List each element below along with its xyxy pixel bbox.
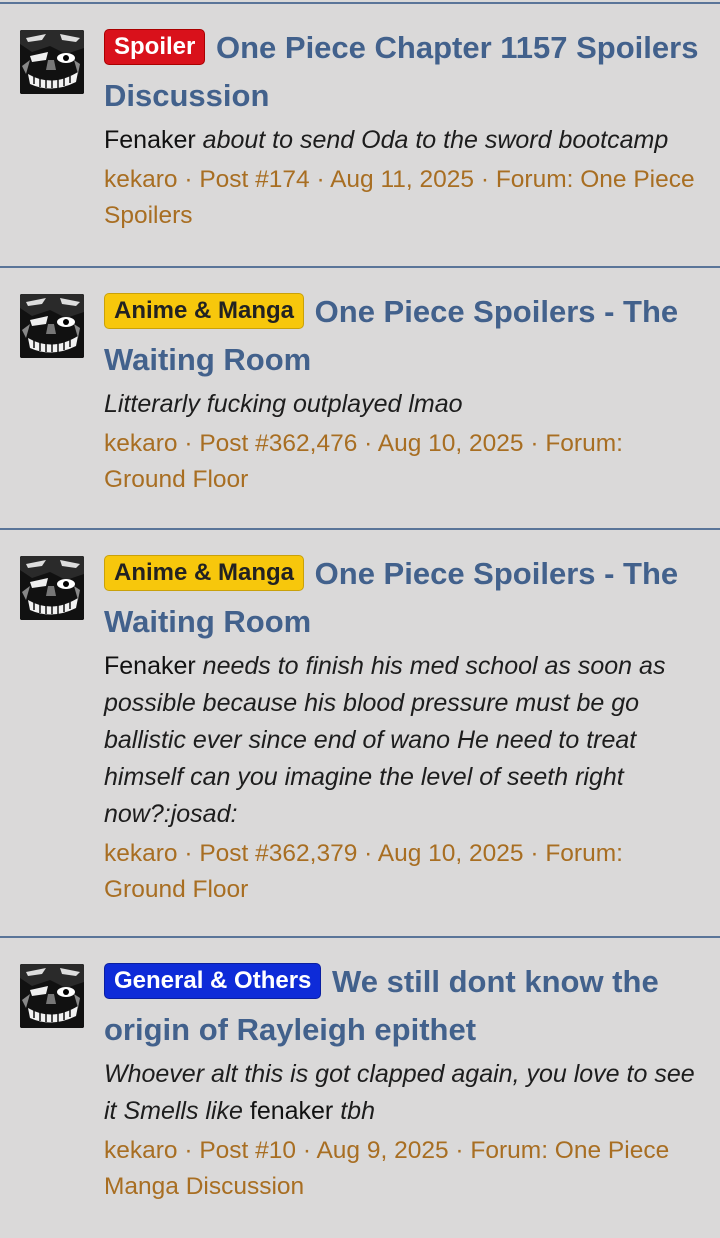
meta-date: Aug 11, 2025 bbox=[330, 166, 475, 193]
search-result: General & Others We still dont know the … bbox=[0, 938, 720, 1238]
meta-user-link[interactable]: kekaro bbox=[104, 1137, 178, 1164]
quoted-username: Fenaker bbox=[104, 652, 196, 680]
meta-user-link[interactable]: kekaro bbox=[104, 166, 178, 193]
avatar[interactable] bbox=[20, 30, 84, 94]
search-result: Spoiler One Piece Chapter 1157 Spoilers … bbox=[0, 4, 720, 268]
snippet-text: Whoever alt this is got clapped again, y… bbox=[104, 1060, 695, 1125]
search-result: Anime & Manga One Piece Spoilers - The W… bbox=[0, 530, 720, 938]
meta-post-link[interactable]: Post #362,379 bbox=[199, 840, 357, 867]
search-result: Anime & Manga One Piece Spoilers - The W… bbox=[0, 268, 720, 530]
snippet-text-end: tbh bbox=[340, 1097, 375, 1125]
meta-user-link[interactable]: kekaro bbox=[104, 430, 178, 457]
meta-date: Aug 9, 2025 bbox=[316, 1137, 449, 1164]
result-meta: kekaro · Post #362,379 · Aug 10, 2025 · … bbox=[104, 840, 623, 903]
snippet-text: about to send Oda to the sword bootcamp bbox=[202, 126, 669, 154]
result-meta: kekaro · Post #362,476 · Aug 10, 2025 · … bbox=[104, 430, 623, 493]
prefix-badge-anime-manga[interactable]: Anime & Manga bbox=[104, 293, 305, 329]
meta-post-link[interactable]: Post #10 bbox=[199, 1137, 296, 1164]
avatar[interactable] bbox=[20, 294, 84, 358]
thread-title-link[interactable]: Anime & Manga One Piece Spoilers - The W… bbox=[104, 550, 700, 646]
prefix-badge-spoiler[interactable]: Spoiler bbox=[104, 29, 206, 65]
meta-post-link[interactable]: Post #362,476 bbox=[199, 430, 357, 457]
prefix-badge-anime-manga[interactable]: Anime & Manga bbox=[104, 555, 305, 591]
post-snippet: Fenaker needs to finish his med school a… bbox=[104, 648, 700, 833]
meta-post-link[interactable]: Post #174 bbox=[199, 166, 309, 193]
thread-title-link[interactable]: Spoiler One Piece Chapter 1157 Spoilers … bbox=[104, 24, 700, 120]
meta-user-link[interactable]: kekaro bbox=[104, 840, 178, 867]
post-snippet: Litterarly fucking outplayed lmao bbox=[104, 386, 700, 423]
quoted-username: Fenaker bbox=[104, 126, 196, 154]
quoted-username: fenaker bbox=[249, 1097, 334, 1125]
meta-date: Aug 10, 2025 bbox=[377, 840, 524, 867]
prefix-badge-general-others[interactable]: General & Others bbox=[104, 963, 322, 999]
thread-title-link[interactable]: Anime & Manga One Piece Spoilers - The W… bbox=[104, 288, 700, 384]
meta-date: Aug 10, 2025 bbox=[377, 430, 524, 457]
thread-title-link[interactable]: General & Others We still dont know the … bbox=[104, 958, 700, 1054]
snippet-text: Litterarly fucking outplayed lmao bbox=[104, 390, 463, 418]
result-meta: kekaro · Post #10 · Aug 9, 2025 · Forum:… bbox=[104, 1137, 670, 1200]
avatar[interactable] bbox=[20, 964, 84, 1028]
avatar[interactable] bbox=[20, 556, 84, 620]
result-meta: kekaro · Post #174 · Aug 11, 2025 · Foru… bbox=[104, 166, 695, 229]
post-snippet: Whoever alt this is got clapped again, y… bbox=[104, 1056, 700, 1130]
post-snippet: Fenaker about to send Oda to the sword b… bbox=[104, 122, 700, 159]
